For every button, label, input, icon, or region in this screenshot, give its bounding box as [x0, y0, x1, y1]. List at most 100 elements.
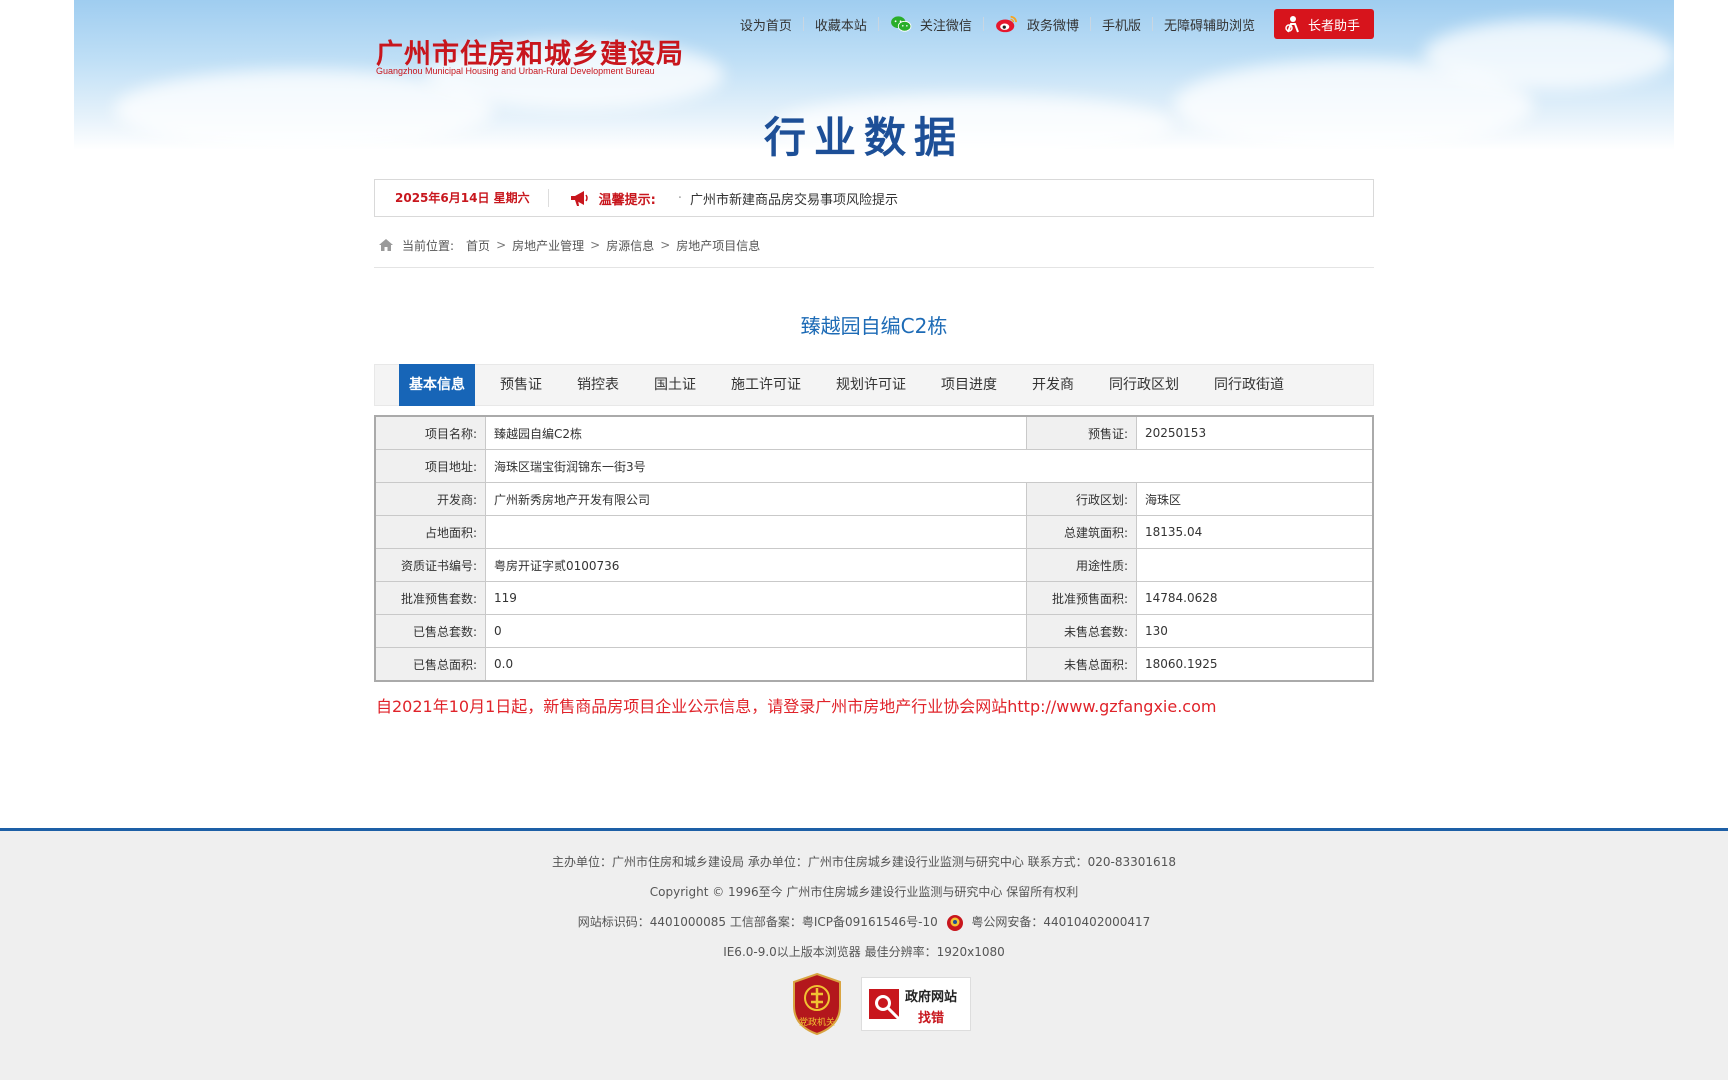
sold-area-value: 0.0	[485, 647, 1027, 682]
unsold-area-value: 18060.1925	[1136, 647, 1374, 682]
magnifier-icon	[869, 989, 902, 1022]
tip-label: 温馨提示:	[598, 192, 656, 208]
notice-message-link[interactable]: 广州市新建商品房交易事项风险提示	[690, 189, 898, 208]
tab-land-cert[interactable]: 国土证	[644, 364, 706, 406]
developer-label: 开发商:	[374, 482, 486, 516]
tab-project-progress[interactable]: 项目进度	[931, 364, 1007, 406]
wechat-label: 关注微信	[919, 18, 972, 34]
megaphone-icon	[570, 191, 588, 206]
unsold-area-label: 未售总面积:	[1026, 647, 1137, 682]
table-row: 项目地址: 海珠区瑞宝街润锦东一街3号	[374, 449, 1374, 483]
footer-organizer: 主办单位：广州市住房和城乡建设局 承办单位：广州市住房城乡建设行业监测与研究中心…	[552, 855, 1176, 869]
breadcrumb-separator: >	[496, 238, 507, 252]
presale-value: 20250153	[1136, 415, 1374, 450]
favorite-link[interactable]: 收藏本站	[802, 17, 878, 34]
weibo-link[interactable]: 政务微博	[982, 15, 1090, 34]
footer-registration: 网站标识码：4401000085 工信部备案：粤ICP备09161546号-10…	[0, 913, 1728, 932]
notice-warning-text: 自2021年10月1日起，新售商品房项目企业公示信息，请登录广州市房地产行业协会…	[376, 697, 1217, 716]
breadcrumb-real-estate[interactable]: 房地产业管理	[512, 237, 584, 254]
approved-units-value: 119	[485, 581, 1027, 615]
police-badge-icon	[946, 914, 963, 931]
table-row: 已售总面积: 0.0 未售总面积: 18060.1925	[374, 647, 1374, 682]
approved-area-value: 14784.0628	[1136, 581, 1374, 615]
weibo-icon	[996, 15, 1017, 33]
tab-sales-control[interactable]: 销控表	[567, 364, 629, 406]
land-area-value	[485, 515, 1027, 549]
approved-units-label: 批准预售套数:	[374, 581, 486, 615]
table-row: 批准预售套数: 119 批准预售面积: 14784.0628	[374, 581, 1374, 615]
breadcrumb: 当前位置: 首页 > 房地产业管理 > 房源信息 > 房地产项目信息	[374, 234, 1378, 256]
elder-assistant-label: 长者助手	[1307, 18, 1360, 34]
address-value: 海珠区瑞宝街润锦东一街3号	[485, 449, 1374, 483]
table-row: 占地面积: 总建筑面积: 18135.04	[374, 515, 1374, 549]
footer-browser-note: IE6.0-9.0以上版本浏览器 最佳分辨率：1920x1080	[723, 945, 1005, 959]
sold-units-label: 已售总套数:	[374, 614, 486, 648]
tab-planning-permit[interactable]: 规划许可证	[826, 364, 916, 406]
footer-icp[interactable]: 网站标识码：4401000085 工信部备案：粤ICP备09161546号-10	[578, 915, 938, 929]
mobile-link[interactable]: 手机版	[1089, 17, 1152, 34]
tab-developer[interactable]: 开发商	[1022, 364, 1084, 406]
breadcrumb-separator: >	[590, 238, 601, 252]
gov-site-error-report-badge[interactable]: 政府网站 找错	[861, 977, 971, 1031]
table-row: 项目名称: 臻越园自编C2栋 预售证: 20250153	[374, 415, 1374, 450]
top-bar: 广州市住房和城乡建设局 Guangzhou Municipal Housing …	[374, 0, 1374, 90]
project-info-table: 项目名称: 臻越园自编C2栋 预售证: 20250153 项目地址: 海珠区瑞宝…	[374, 415, 1374, 682]
bullet-icon: ·	[677, 190, 682, 206]
breadcrumb-housing-info[interactable]: 房源信息	[606, 237, 654, 254]
top-links: 设为首页 收藏本站 关注微信 政务微博 手机版 无障碍辅助浏览 长者助手	[729, 9, 1374, 39]
sold-area-label: 已售总面积:	[374, 647, 486, 682]
unsold-units-value: 130	[1136, 614, 1374, 648]
tab-presale-cert[interactable]: 预售证	[490, 364, 552, 406]
report-error-label: 找错	[918, 1011, 945, 1026]
tab-basic-info[interactable]: 基本信息	[399, 364, 475, 406]
unsold-units-label: 未售总套数:	[1026, 614, 1137, 648]
footer-police-record[interactable]: 粤公网安备：44010402000417	[971, 915, 1150, 929]
cert-no-label: 资质证书编号:	[374, 548, 486, 582]
elder-icon	[1285, 16, 1299, 33]
footer: 主办单位：广州市住房和城乡建设局 承办单位：广州市住房城乡建设行业监测与研究中心…	[0, 828, 1728, 1080]
tab-construction-permit[interactable]: 施工许可证	[721, 364, 811, 406]
breadcrumb-home[interactable]: 首页	[466, 237, 490, 254]
project-title: 臻越园自编C2栋	[800, 314, 948, 338]
approved-area-label: 批准预售面积:	[1026, 581, 1137, 615]
breadcrumb-separator: >	[660, 238, 671, 252]
district-value: 海珠区	[1136, 482, 1374, 516]
notice-bar: 2025年6月14日 星期六 温馨提示: · 广州市新建商品房交易事项风险提示	[374, 179, 1374, 217]
party-government-badge[interactable]: 党政机关	[790, 972, 844, 1036]
breadcrumb-prefix: 当前位置:	[402, 238, 455, 253]
address-label: 项目地址:	[374, 449, 486, 483]
breadcrumb-project-info[interactable]: 房地产项目信息	[676, 237, 760, 254]
table-row: 已售总套数: 0 未售总套数: 130	[374, 614, 1374, 648]
tab-bar: 基本信息 预售证 销控表 国土证 施工许可证 规划许可证 项目进度 开发商 同行…	[374, 364, 1374, 406]
divider	[374, 267, 1374, 268]
elder-assistant-button[interactable]: 长者助手	[1273, 9, 1374, 39]
gov-site-label: 政府网站	[905, 990, 958, 1005]
footer-copyright: Copyright © 1996至今 广州市住房城乡建设行业监测与研究中心 保留…	[649, 885, 1079, 899]
project-name-label: 项目名称:	[374, 415, 486, 450]
wechat-icon	[891, 16, 912, 32]
tab-same-street[interactable]: 同行政街道	[1204, 364, 1294, 406]
set-home-link[interactable]: 设为首页	[729, 17, 803, 34]
home-icon	[379, 239, 393, 251]
weibo-label: 政务微博	[1026, 18, 1079, 34]
sold-units-value: 0	[485, 614, 1027, 648]
table-row: 资质证书编号: 粤房开证字贰0100736 用途性质:	[374, 548, 1374, 582]
accessibility-link[interactable]: 无障碍辅助浏览	[1151, 17, 1266, 34]
wechat-link[interactable]: 关注微信	[877, 16, 983, 34]
total-area-label: 总建筑面积:	[1026, 515, 1137, 549]
table-row: 开发商: 广州新秀房地产开发有限公司 行政区划: 海珠区	[374, 482, 1374, 516]
presale-label: 预售证:	[1026, 415, 1137, 450]
land-area-label: 占地面积:	[374, 515, 486, 549]
party-government-badge-text: 党政机关	[799, 1016, 835, 1028]
usage-label: 用途性质:	[1026, 548, 1137, 582]
site-logo-en: Guangzhou Municipal Housing and Urban-Ru…	[376, 66, 655, 76]
tab-same-district[interactable]: 同行政区划	[1099, 364, 1189, 406]
current-date: 2025年6月14日 星期六	[375, 189, 549, 207]
usage-value	[1136, 548, 1374, 582]
district-label: 行政区划:	[1026, 482, 1137, 516]
developer-value: 广州新秀房地产开发有限公司	[485, 482, 1027, 516]
page-title: 行业数据	[763, 113, 964, 162]
total-area-value: 18135.04	[1136, 515, 1374, 549]
cert-no-value: 粤房开证字贰0100736	[485, 548, 1027, 582]
project-name-value: 臻越园自编C2栋	[485, 415, 1027, 450]
